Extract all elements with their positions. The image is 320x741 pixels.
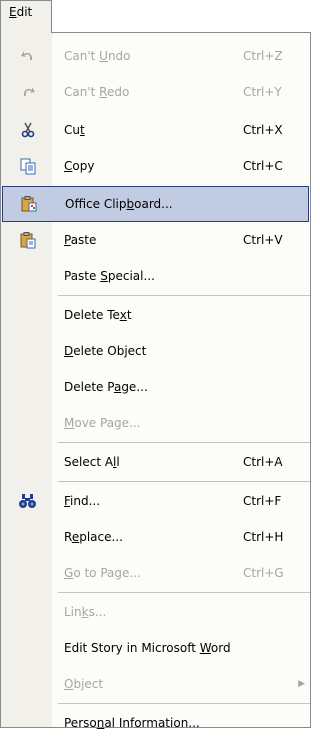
shortcut-label: Ctrl+X (243, 123, 283, 137)
menu-item-label: Delete Text (64, 308, 132, 322)
menu-separator (58, 481, 310, 482)
menu-item-move-page[interactable]: Move Page... (2, 405, 309, 441)
menu-item-label: Edit Story in Microsoft Word (64, 641, 231, 655)
binoculars-icon (2, 483, 53, 519)
paste-icon (2, 222, 53, 258)
menu-item-label: Replace... (64, 530, 123, 544)
menu-item-label: Delete Object (64, 344, 147, 358)
menu-item-personal-information[interactable]: Personal Information... (2, 705, 309, 741)
menu-item-find[interactable]: Find... Ctrl+F (2, 483, 309, 519)
shortcut-label: Ctrl+C (243, 159, 283, 173)
copy-icon (2, 148, 53, 184)
menu-item-label: Move Page... (64, 416, 141, 430)
menu-item-copy[interactable]: Copy Ctrl+C (2, 148, 309, 184)
menu-item-office-clipboard[interactable]: Office Clipboard... (2, 186, 309, 222)
menu-item-delete-text[interactable]: Delete Text (2, 297, 309, 333)
menu-item-select-all[interactable]: Select All Ctrl+A (2, 444, 309, 480)
menu-item-label: Delete Page... (64, 380, 148, 394)
shortcut-label: Ctrl+Y (243, 85, 282, 99)
menu-separator (58, 442, 310, 443)
shortcut-label: Ctrl+Z (243, 49, 283, 63)
menu-item-edit-story-in-word[interactable]: Edit Story in Microsoft Word (2, 630, 309, 666)
redo-icon (2, 74, 53, 110)
menu-item-label: Copy (64, 159, 95, 173)
menu-item-replace[interactable]: Replace... Ctrl+H (2, 519, 309, 555)
menu-item-label: Select All (64, 455, 120, 469)
menu-item-delete-object[interactable]: Delete Object (2, 333, 309, 369)
menu-edit-label: Edit (9, 5, 33, 19)
menu-separator (58, 703, 310, 704)
menu-item-label: Paste Special... (64, 269, 155, 283)
shortcut-label: Ctrl+H (243, 530, 284, 544)
menu-item-label: Find... (64, 494, 101, 508)
menu-separator (58, 592, 310, 593)
menu-item-object[interactable]: Object ▶ (2, 666, 309, 702)
submenu-arrow-icon: ▶ (298, 679, 305, 689)
menu-separator (58, 295, 310, 296)
menu-item-go-to-page[interactable]: Go to Page... Ctrl+G (2, 555, 309, 591)
shortcut-label: Ctrl+G (243, 566, 284, 580)
menu-item-label: Can't Undo (64, 49, 131, 63)
shortcut-label: Ctrl+V (243, 233, 283, 247)
undo-icon (2, 38, 53, 74)
menu-item-label: Links... (64, 605, 107, 619)
menu-item-label: Cut (64, 123, 85, 137)
clipboard-icon (3, 187, 54, 221)
menu-item-label: Object (64, 677, 104, 691)
menu-item-delete-page[interactable]: Delete Page... (2, 369, 309, 405)
scissors-icon (2, 112, 53, 148)
menu-item-label: Paste (64, 233, 97, 247)
menu-item-paste-special[interactable]: Paste Special... (2, 258, 309, 294)
menu-item-links[interactable]: Links... (2, 594, 309, 630)
menu-item-undo[interactable]: Can't Undo Ctrl+Z (2, 38, 309, 74)
menu-item-redo[interactable]: Can't Redo Ctrl+Y (2, 74, 309, 110)
menu-item-label: Can't Redo (64, 85, 130, 99)
shortcut-label: Ctrl+F (243, 494, 282, 508)
menu-item-cut[interactable]: Cut Ctrl+X (2, 112, 309, 148)
menu-item-label: Office Clipboard... (65, 197, 173, 211)
menu-item-paste[interactable]: Paste Ctrl+V (2, 222, 309, 258)
shortcut-label: Ctrl+A (243, 455, 283, 469)
edit-menu-dropdown: Can't Undo Ctrl+Z Can't Redo Ctrl+Y Cut (0, 32, 311, 730)
menu-item-label: Go to Page... (64, 566, 141, 580)
menu-edit[interactable]: Edit (0, 0, 52, 33)
